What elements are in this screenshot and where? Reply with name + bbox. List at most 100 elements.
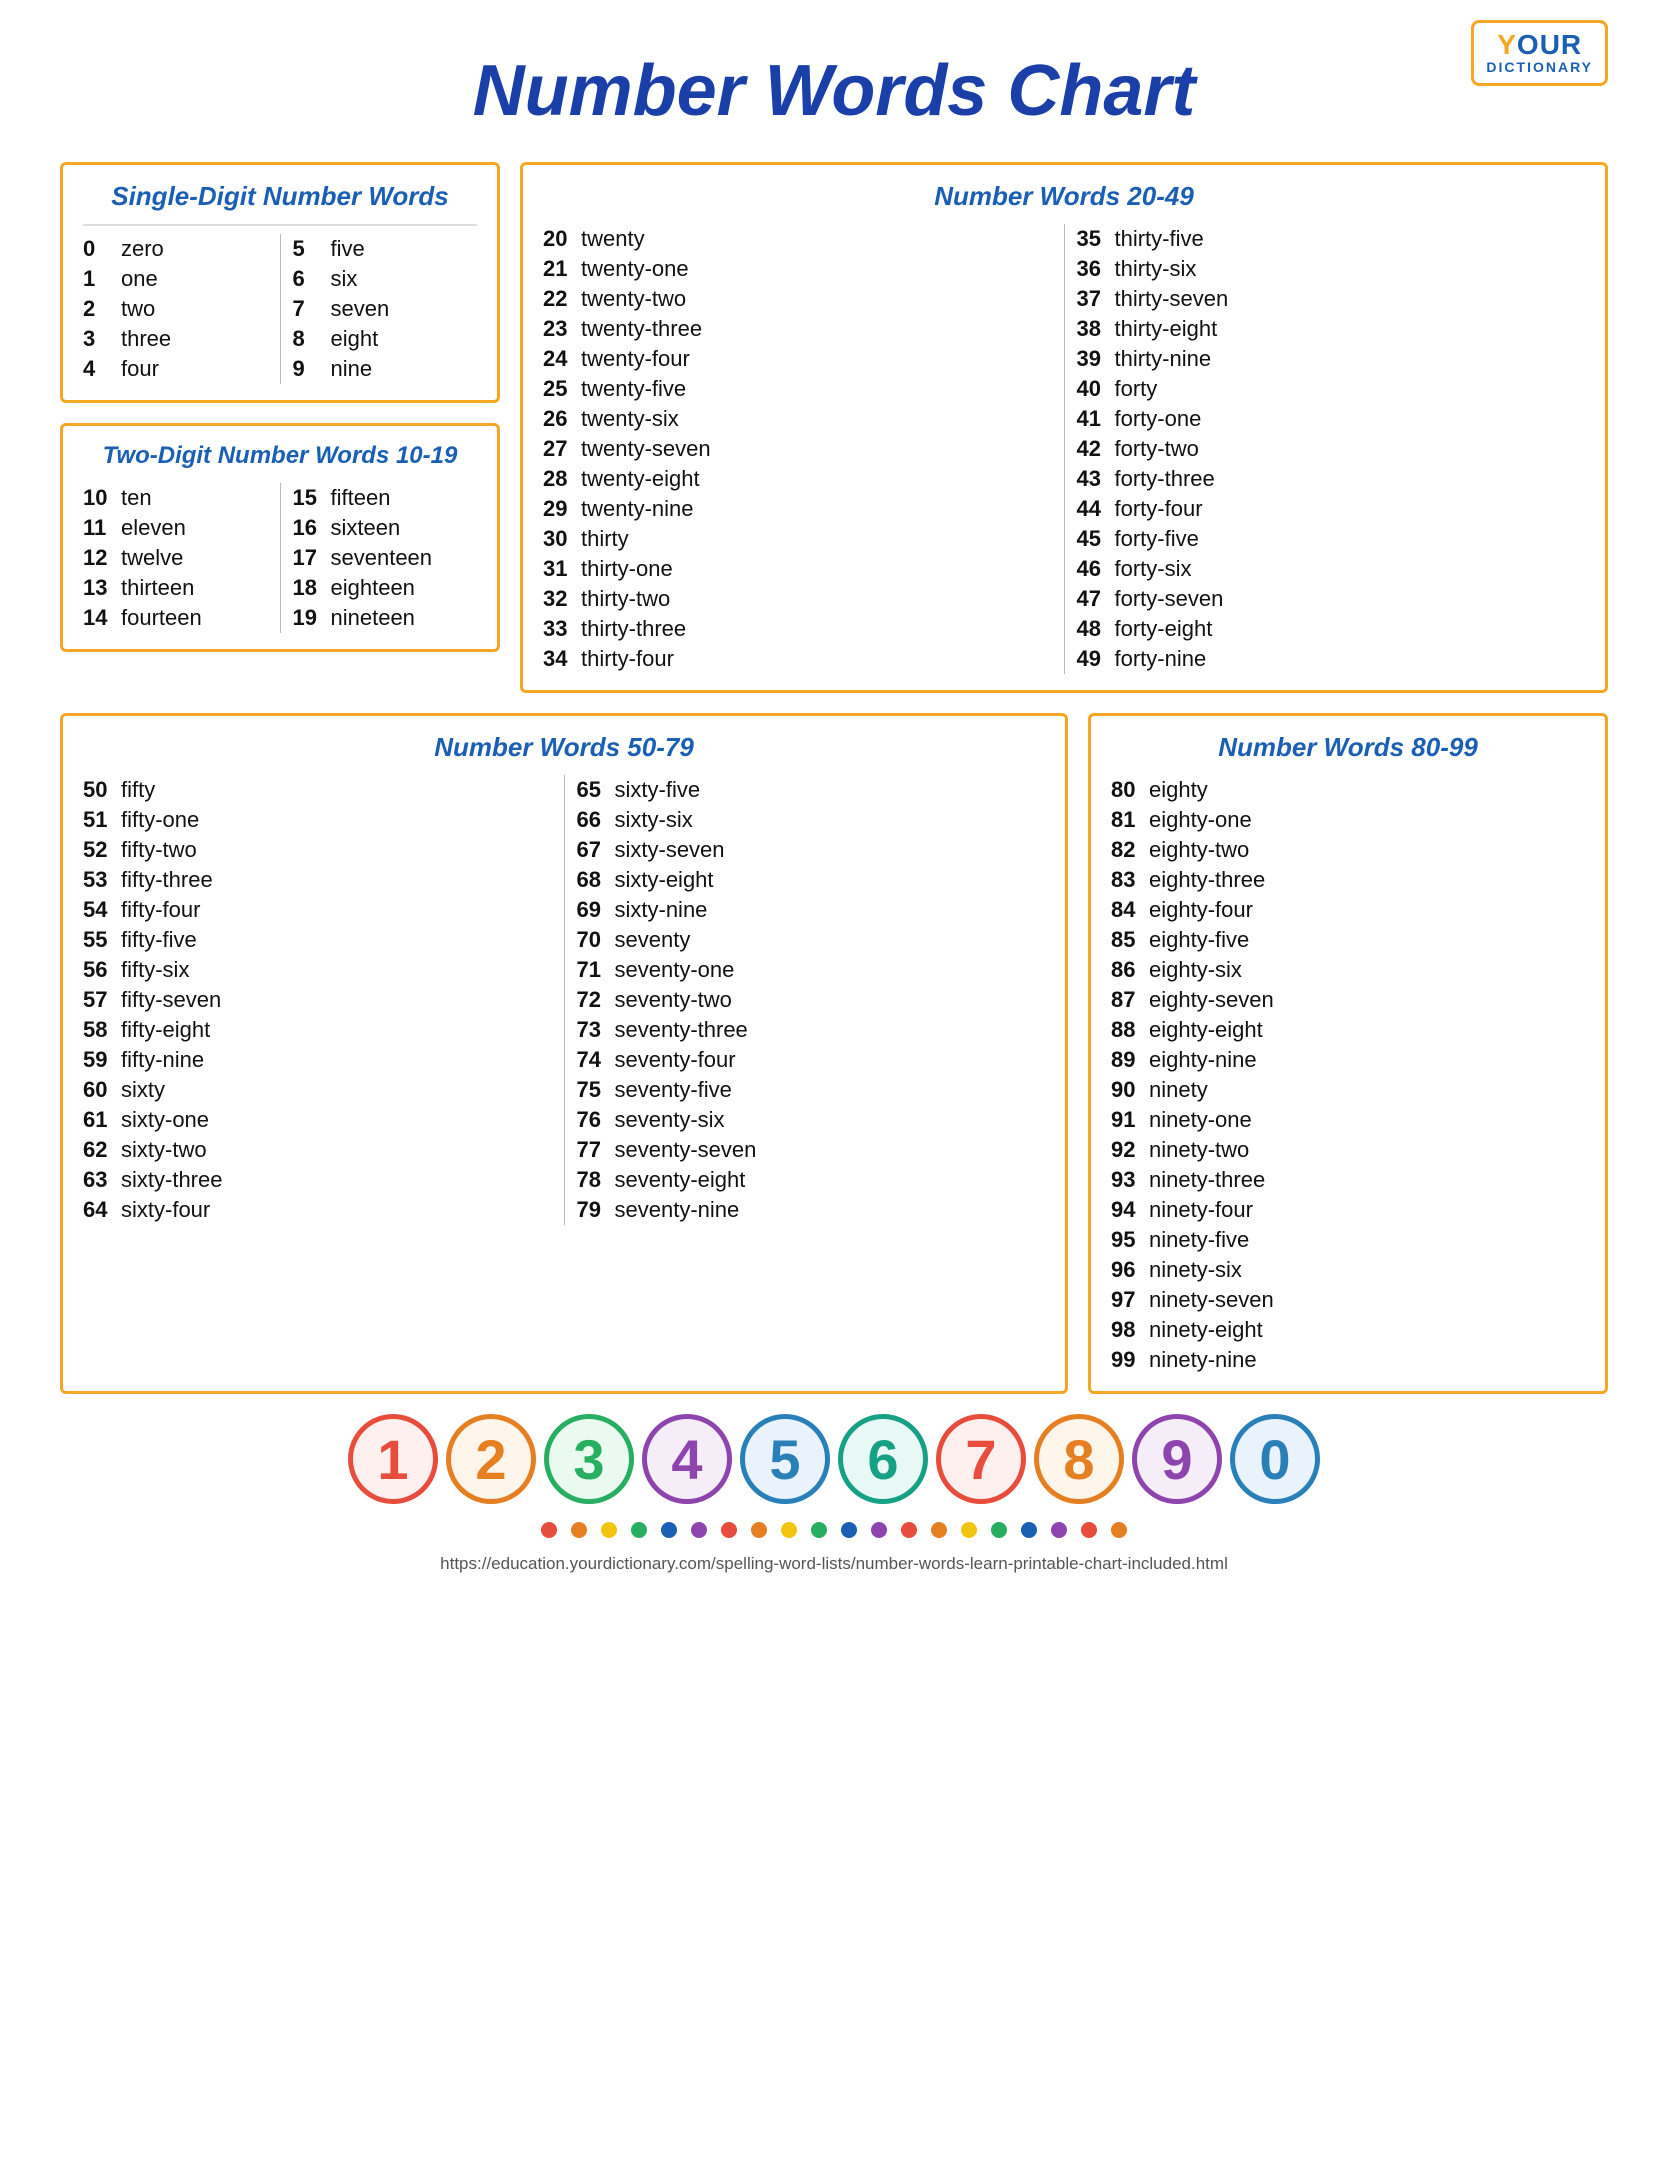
list-item: 73seventy-three (577, 1015, 1036, 1045)
number-value: 89 (1111, 1047, 1149, 1073)
number-word: thirty-six (1115, 256, 1197, 282)
list-item: 24twenty-four (543, 344, 1042, 374)
number-value: 43 (1077, 466, 1115, 492)
number-value: 14 (83, 605, 121, 631)
deco-number-6: 6 (838, 1414, 928, 1504)
url-text: https://education.yourdictionary.com/spe… (60, 1554, 1608, 1574)
dots-row (60, 1522, 1608, 1538)
dot-12 (901, 1522, 917, 1538)
list-item: 25twenty-five (543, 374, 1042, 404)
number-value: 76 (577, 1107, 615, 1133)
number-word: twenty-three (581, 316, 702, 342)
number-value: 3 (83, 326, 121, 352)
number-value: 41 (1077, 406, 1115, 432)
number-word: ninety-eight (1149, 1317, 1263, 1343)
eighty-ninetynine-title: Number Words 80-99 (1111, 732, 1585, 763)
number-value: 5 (293, 236, 331, 262)
number-word: seventy-seven (615, 1137, 757, 1163)
deco-number-3: 3 (544, 1414, 634, 1504)
number-value: 86 (1111, 957, 1149, 983)
number-value: 82 (1111, 837, 1149, 863)
list-item: 98ninety-eight (1111, 1315, 1575, 1345)
twenty-fortynine-title: Number Words 20-49 (543, 181, 1585, 212)
dot-14 (961, 1522, 977, 1538)
list-item: 40forty (1077, 374, 1576, 404)
list-item: 11eleven (83, 513, 258, 543)
number-word: fifty-four (121, 897, 200, 923)
list-item: 26twenty-six (543, 404, 1042, 434)
number-word: eighty-three (1149, 867, 1265, 893)
list-item: 37thirty-seven (1077, 284, 1576, 314)
number-word: forty (1115, 376, 1158, 402)
list-item: 86eighty-six (1111, 955, 1575, 985)
fifty-seventynine-col1: 50fifty51fifty-one52fifty-two53fifty-thr… (83, 775, 552, 1225)
number-value: 93 (1111, 1167, 1149, 1193)
list-item: 13thirteen (83, 573, 258, 603)
top-row: Single-Digit Number Words 0zero1one2two3… (60, 162, 1608, 693)
twenty-fortynine-divider (1064, 224, 1065, 674)
dot-6 (721, 1522, 737, 1538)
list-item: 59fifty-nine (83, 1045, 542, 1075)
single-digit-col2: 5five6six7seven8eight9nine (293, 234, 478, 384)
list-item: 42forty-two (1077, 434, 1576, 464)
number-word: seventy-six (615, 1107, 725, 1133)
dot-0 (541, 1522, 557, 1538)
list-item: 4four (83, 354, 258, 384)
dot-10 (841, 1522, 857, 1538)
list-item: 47forty-seven (1077, 584, 1576, 614)
eighty-ninetynine-col1: 80eighty81eighty-one82eighty-two83eighty… (1111, 775, 1585, 1375)
list-item: 14fourteen (83, 603, 258, 633)
list-item: 87eighty-seven (1111, 985, 1575, 1015)
number-value: 38 (1077, 316, 1115, 342)
list-item: 62sixty-two (83, 1135, 542, 1165)
number-value: 7 (293, 296, 331, 322)
two-digit-table: 10ten11eleven12twelve13thirteen14fourtee… (83, 483, 477, 633)
number-value: 73 (577, 1017, 615, 1043)
number-word: sixty-eight (615, 867, 714, 893)
number-value: 20 (543, 226, 581, 252)
number-word: two (121, 296, 155, 322)
number-value: 6 (293, 266, 331, 292)
number-word: twelve (121, 545, 183, 571)
two-digit-title: Two-Digit Number Words 10-19 (83, 442, 477, 471)
list-item: 3three (83, 324, 258, 354)
list-item: 71seventy-one (577, 955, 1036, 985)
dot-5 (691, 1522, 707, 1538)
number-value: 55 (83, 927, 121, 953)
number-value: 21 (543, 256, 581, 282)
number-value: 42 (1077, 436, 1115, 462)
number-value: 65 (577, 777, 615, 803)
number-word: eighty-nine (1149, 1047, 1257, 1073)
number-value: 30 (543, 526, 581, 552)
number-value: 24 (543, 346, 581, 372)
number-value: 62 (83, 1137, 121, 1163)
number-value: 12 (83, 545, 121, 571)
list-item: 7seven (293, 294, 468, 324)
fifty-seventynine-title: Number Words 50-79 (83, 732, 1045, 763)
list-item: 95ninety-five (1111, 1225, 1575, 1255)
list-item: 12twelve (83, 543, 258, 573)
number-value: 98 (1111, 1317, 1149, 1343)
deco-number-0: 0 (1230, 1414, 1320, 1504)
number-word: fifty-five (121, 927, 197, 953)
number-value: 32 (543, 586, 581, 612)
number-word: seventy (615, 927, 691, 953)
list-item: 65sixty-five (577, 775, 1036, 805)
number-value: 37 (1077, 286, 1115, 312)
list-item: 23twenty-three (543, 314, 1042, 344)
number-value: 35 (1077, 226, 1115, 252)
number-value: 79 (577, 1197, 615, 1223)
number-word: ten (121, 485, 152, 511)
list-item: 81eighty-one (1111, 805, 1575, 835)
dot-7 (751, 1522, 767, 1538)
list-item: 5five (293, 234, 468, 264)
number-value: 34 (543, 646, 581, 672)
list-item: 30thirty (543, 524, 1042, 554)
list-item: 99ninety-nine (1111, 1345, 1575, 1375)
number-word: sixty-one (121, 1107, 209, 1133)
list-item: 39thirty-nine (1077, 344, 1576, 374)
number-word: forty-five (1115, 526, 1199, 552)
deco-number-5: 5 (740, 1414, 830, 1504)
number-word: five (331, 236, 365, 262)
number-value: 61 (83, 1107, 121, 1133)
